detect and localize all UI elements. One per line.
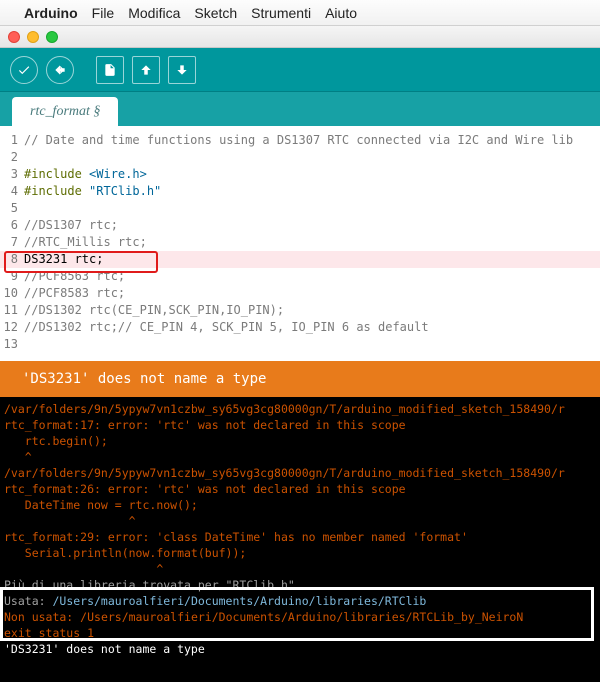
console-line: ^ xyxy=(4,561,596,577)
sketch-tab[interactable]: rtc_format § xyxy=(12,97,118,126)
line-number: 11 xyxy=(0,302,24,319)
tab-bar: rtc_format § xyxy=(0,92,600,126)
menubar-file[interactable]: File xyxy=(92,5,115,21)
menubar-tools[interactable]: Strumenti xyxy=(251,5,311,21)
menubar-help[interactable]: Aiuto xyxy=(325,5,357,21)
console-line: 'DS3231' does not name a type xyxy=(4,641,596,657)
code-line[interactable]: 1// Date and time functions using a DS13… xyxy=(0,132,600,149)
line-number: 4 xyxy=(0,183,24,200)
code-editor-frame: 1// Date and time functions using a DS13… xyxy=(0,126,600,361)
code-editor[interactable]: 1// Date and time functions using a DS13… xyxy=(0,126,600,361)
line-number: 13 xyxy=(0,336,24,353)
console-line: rtc_format:26: error: 'rtc' was not decl… xyxy=(4,481,596,497)
line-number: 10 xyxy=(0,285,24,302)
verify-button[interactable] xyxy=(10,56,38,84)
code-line[interactable]: 11//DS1302 rtc(CE_PIN,SCK_PIN,IO_PIN); xyxy=(0,302,600,319)
zoom-window-button[interactable] xyxy=(46,31,58,43)
upload-button[interactable] xyxy=(46,56,74,84)
code-content: #include "RTClib.h" xyxy=(24,183,600,200)
console-line: /var/folders/9n/5ypyw7vn1czbw_sy65vg3cg8… xyxy=(4,465,596,481)
macos-menubar: Arduino File Modifica Sketch Strumenti A… xyxy=(0,0,600,26)
code-line[interactable]: 10//PCF8583 rtc; xyxy=(0,285,600,302)
code-line[interactable]: 12//DS1302 rtc;// CE_PIN 4, SCK_PIN 5, I… xyxy=(0,319,600,336)
menubar-app[interactable]: Arduino xyxy=(24,5,78,21)
code-content: //PCF8583 rtc; xyxy=(24,285,600,302)
line-number: 1 xyxy=(0,132,24,149)
console-annotation xyxy=(0,587,594,641)
code-content: //RTC_Millis rtc; xyxy=(24,234,600,251)
code-line[interactable]: 13 xyxy=(0,336,600,353)
line-number: 6 xyxy=(0,217,24,234)
error-banner: 'DS3231' does not name a type xyxy=(0,361,600,397)
code-line[interactable]: 6//DS1307 rtc; xyxy=(0,217,600,234)
code-content: #include <Wire.h> xyxy=(24,166,600,183)
code-line[interactable]: 3#include <Wire.h> xyxy=(0,166,600,183)
close-window-button[interactable] xyxy=(8,31,20,43)
console-line: DateTime now = rtc.now(); xyxy=(4,497,596,513)
code-content: // Date and time functions using a DS130… xyxy=(24,132,600,149)
console-line: ^ xyxy=(4,449,596,465)
menubar-sketch[interactable]: Sketch xyxy=(194,5,237,21)
console-output[interactable]: /var/folders/9n/5ypyw7vn1czbw_sy65vg3cg8… xyxy=(0,397,600,682)
line-number: 3 xyxy=(0,166,24,183)
line-number: 5 xyxy=(0,200,24,217)
console-line: /var/folders/9n/5ypyw7vn1czbw_sy65vg3cg8… xyxy=(4,401,596,417)
console-line: ^ xyxy=(4,513,596,529)
console-line: Serial.println(now.format(buf)); xyxy=(4,545,596,561)
code-line[interactable]: 5 xyxy=(0,200,600,217)
code-line[interactable]: 4#include "RTClib.h" xyxy=(0,183,600,200)
code-content: //DS1307 rtc; xyxy=(24,217,600,234)
window-titlebar xyxy=(0,26,600,48)
highlight-annotation xyxy=(4,251,158,273)
code-content xyxy=(24,336,600,353)
code-content: //DS1302 rtc;// CE_PIN 4, SCK_PIN 5, IO_… xyxy=(24,319,600,336)
open-sketch-button[interactable] xyxy=(132,56,160,84)
ide-toolbar xyxy=(0,48,600,92)
console-line: rtc.begin(); xyxy=(4,433,596,449)
code-content xyxy=(24,200,600,217)
console-line: rtc_format:17: error: 'rtc' was not decl… xyxy=(4,417,596,433)
new-sketch-button[interactable] xyxy=(96,56,124,84)
line-number: 7 xyxy=(0,234,24,251)
save-sketch-button[interactable] xyxy=(168,56,196,84)
line-number: 12 xyxy=(0,319,24,336)
minimize-window-button[interactable] xyxy=(27,31,39,43)
code-content xyxy=(24,149,600,166)
code-line[interactable]: 2 xyxy=(0,149,600,166)
code-content: //DS1302 rtc(CE_PIN,SCK_PIN,IO_PIN); xyxy=(24,302,600,319)
menubar-edit[interactable]: Modifica xyxy=(128,5,180,21)
line-number: 2 xyxy=(0,149,24,166)
console-line: rtc_format:29: error: 'class DateTime' h… xyxy=(4,529,596,545)
code-line[interactable]: 7//RTC_Millis rtc; xyxy=(0,234,600,251)
